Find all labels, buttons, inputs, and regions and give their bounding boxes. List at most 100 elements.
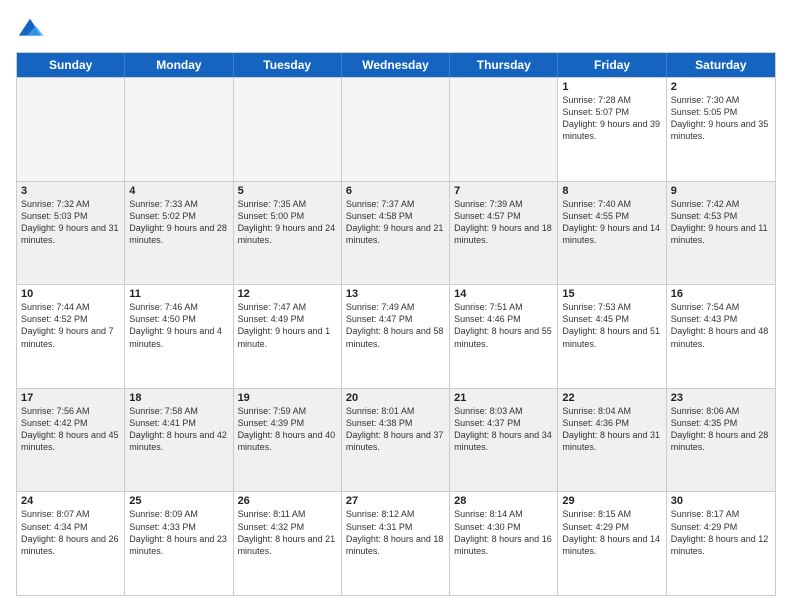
day-info: Sunrise: 7:28 AM Sunset: 5:07 PM Dayligh… [562, 94, 661, 143]
day-info: Sunrise: 8:04 AM Sunset: 4:36 PM Dayligh… [562, 405, 661, 454]
day-number: 20 [346, 392, 445, 404]
calendar-cell: 27Sunrise: 8:12 AM Sunset: 4:31 PM Dayli… [342, 492, 450, 595]
calendar-cell: 2Sunrise: 7:30 AM Sunset: 5:05 PM Daylig… [667, 78, 775, 181]
calendar-cell: 30Sunrise: 8:17 AM Sunset: 4:29 PM Dayli… [667, 492, 775, 595]
calendar-header: SundayMondayTuesdayWednesdayThursdayFrid… [17, 53, 775, 77]
day-info: Sunrise: 7:30 AM Sunset: 5:05 PM Dayligh… [671, 94, 771, 143]
day-number: 12 [238, 288, 337, 300]
calendar-cell: 18Sunrise: 7:58 AM Sunset: 4:41 PM Dayli… [125, 389, 233, 492]
day-number: 2 [671, 81, 771, 93]
calendar-cell: 11Sunrise: 7:46 AM Sunset: 4:50 PM Dayli… [125, 285, 233, 388]
calendar-cell: 12Sunrise: 7:47 AM Sunset: 4:49 PM Dayli… [234, 285, 342, 388]
day-info: Sunrise: 8:12 AM Sunset: 4:31 PM Dayligh… [346, 508, 445, 557]
day-info: Sunrise: 7:46 AM Sunset: 4:50 PM Dayligh… [129, 301, 228, 350]
calendar-cell: 4Sunrise: 7:33 AM Sunset: 5:02 PM Daylig… [125, 182, 233, 285]
header-day-tuesday: Tuesday [234, 53, 342, 77]
day-info: Sunrise: 8:15 AM Sunset: 4:29 PM Dayligh… [562, 508, 661, 557]
day-info: Sunrise: 7:33 AM Sunset: 5:02 PM Dayligh… [129, 198, 228, 247]
calendar-cell: 21Sunrise: 8:03 AM Sunset: 4:37 PM Dayli… [450, 389, 558, 492]
calendar-cell: 10Sunrise: 7:44 AM Sunset: 4:52 PM Dayli… [17, 285, 125, 388]
calendar-cell: 7Sunrise: 7:39 AM Sunset: 4:57 PM Daylig… [450, 182, 558, 285]
day-number: 6 [346, 185, 445, 197]
day-info: Sunrise: 8:09 AM Sunset: 4:33 PM Dayligh… [129, 508, 228, 557]
day-info: Sunrise: 8:01 AM Sunset: 4:38 PM Dayligh… [346, 405, 445, 454]
calendar-row-2: 10Sunrise: 7:44 AM Sunset: 4:52 PM Dayli… [17, 284, 775, 388]
header-day-saturday: Saturday [667, 53, 775, 77]
day-number: 10 [21, 288, 120, 300]
day-info: Sunrise: 8:17 AM Sunset: 4:29 PM Dayligh… [671, 508, 771, 557]
header-day-sunday: Sunday [17, 53, 125, 77]
calendar-cell: 6Sunrise: 7:37 AM Sunset: 4:58 PM Daylig… [342, 182, 450, 285]
day-number: 8 [562, 185, 661, 197]
header-day-wednesday: Wednesday [342, 53, 450, 77]
day-number: 29 [562, 495, 661, 507]
day-info: Sunrise: 7:42 AM Sunset: 4:53 PM Dayligh… [671, 198, 771, 247]
header [16, 16, 776, 44]
header-day-friday: Friday [558, 53, 666, 77]
calendar-row-1: 3Sunrise: 7:32 AM Sunset: 5:03 PM Daylig… [17, 181, 775, 285]
day-info: Sunrise: 8:14 AM Sunset: 4:30 PM Dayligh… [454, 508, 553, 557]
calendar-cell: 5Sunrise: 7:35 AM Sunset: 5:00 PM Daylig… [234, 182, 342, 285]
header-day-thursday: Thursday [450, 53, 558, 77]
day-number: 19 [238, 392, 337, 404]
calendar-cell [125, 78, 233, 181]
day-info: Sunrise: 7:59 AM Sunset: 4:39 PM Dayligh… [238, 405, 337, 454]
day-number: 4 [129, 185, 228, 197]
calendar-cell: 29Sunrise: 8:15 AM Sunset: 4:29 PM Dayli… [558, 492, 666, 595]
calendar-cell: 3Sunrise: 7:32 AM Sunset: 5:03 PM Daylig… [17, 182, 125, 285]
day-number: 22 [562, 392, 661, 404]
day-number: 16 [671, 288, 771, 300]
day-number: 14 [454, 288, 553, 300]
day-number: 15 [562, 288, 661, 300]
calendar-row-0: 1Sunrise: 7:28 AM Sunset: 5:07 PM Daylig… [17, 77, 775, 181]
day-number: 27 [346, 495, 445, 507]
calendar-cell: 13Sunrise: 7:49 AM Sunset: 4:47 PM Dayli… [342, 285, 450, 388]
day-number: 17 [21, 392, 120, 404]
calendar-cell: 9Sunrise: 7:42 AM Sunset: 4:53 PM Daylig… [667, 182, 775, 285]
calendar-row-3: 17Sunrise: 7:56 AM Sunset: 4:42 PM Dayli… [17, 388, 775, 492]
day-number: 18 [129, 392, 228, 404]
calendar-cell: 24Sunrise: 8:07 AM Sunset: 4:34 PM Dayli… [17, 492, 125, 595]
day-info: Sunrise: 7:32 AM Sunset: 5:03 PM Dayligh… [21, 198, 120, 247]
day-number: 13 [346, 288, 445, 300]
day-info: Sunrise: 7:56 AM Sunset: 4:42 PM Dayligh… [21, 405, 120, 454]
calendar-cell [342, 78, 450, 181]
calendar-cell: 23Sunrise: 8:06 AM Sunset: 4:35 PM Dayli… [667, 389, 775, 492]
day-info: Sunrise: 7:40 AM Sunset: 4:55 PM Dayligh… [562, 198, 661, 247]
day-number: 1 [562, 81, 661, 93]
header-day-monday: Monday [125, 53, 233, 77]
day-number: 21 [454, 392, 553, 404]
calendar-cell: 17Sunrise: 7:56 AM Sunset: 4:42 PM Dayli… [17, 389, 125, 492]
day-info: Sunrise: 7:37 AM Sunset: 4:58 PM Dayligh… [346, 198, 445, 247]
calendar-cell: 20Sunrise: 8:01 AM Sunset: 4:38 PM Dayli… [342, 389, 450, 492]
calendar-cell: 15Sunrise: 7:53 AM Sunset: 4:45 PM Dayli… [558, 285, 666, 388]
day-info: Sunrise: 8:03 AM Sunset: 4:37 PM Dayligh… [454, 405, 553, 454]
day-number: 7 [454, 185, 553, 197]
logo [16, 16, 48, 44]
logo-icon [16, 16, 44, 44]
day-info: Sunrise: 7:58 AM Sunset: 4:41 PM Dayligh… [129, 405, 228, 454]
calendar-cell [450, 78, 558, 181]
calendar: SundayMondayTuesdayWednesdayThursdayFrid… [16, 52, 776, 596]
calendar-cell [234, 78, 342, 181]
calendar-cell: 19Sunrise: 7:59 AM Sunset: 4:39 PM Dayli… [234, 389, 342, 492]
day-info: Sunrise: 8:11 AM Sunset: 4:32 PM Dayligh… [238, 508, 337, 557]
day-number: 23 [671, 392, 771, 404]
day-info: Sunrise: 7:47 AM Sunset: 4:49 PM Dayligh… [238, 301, 337, 350]
day-info: Sunrise: 8:07 AM Sunset: 4:34 PM Dayligh… [21, 508, 120, 557]
day-number: 24 [21, 495, 120, 507]
calendar-cell: 26Sunrise: 8:11 AM Sunset: 4:32 PM Dayli… [234, 492, 342, 595]
calendar-row-4: 24Sunrise: 8:07 AM Sunset: 4:34 PM Dayli… [17, 491, 775, 595]
day-info: Sunrise: 7:39 AM Sunset: 4:57 PM Dayligh… [454, 198, 553, 247]
day-info: Sunrise: 8:06 AM Sunset: 4:35 PM Dayligh… [671, 405, 771, 454]
day-number: 5 [238, 185, 337, 197]
day-info: Sunrise: 7:51 AM Sunset: 4:46 PM Dayligh… [454, 301, 553, 350]
calendar-cell: 8Sunrise: 7:40 AM Sunset: 4:55 PM Daylig… [558, 182, 666, 285]
calendar-cell: 25Sunrise: 8:09 AM Sunset: 4:33 PM Dayli… [125, 492, 233, 595]
day-info: Sunrise: 7:35 AM Sunset: 5:00 PM Dayligh… [238, 198, 337, 247]
day-info: Sunrise: 7:44 AM Sunset: 4:52 PM Dayligh… [21, 301, 120, 350]
day-number: 3 [21, 185, 120, 197]
day-info: Sunrise: 7:53 AM Sunset: 4:45 PM Dayligh… [562, 301, 661, 350]
day-number: 30 [671, 495, 771, 507]
day-info: Sunrise: 7:54 AM Sunset: 4:43 PM Dayligh… [671, 301, 771, 350]
